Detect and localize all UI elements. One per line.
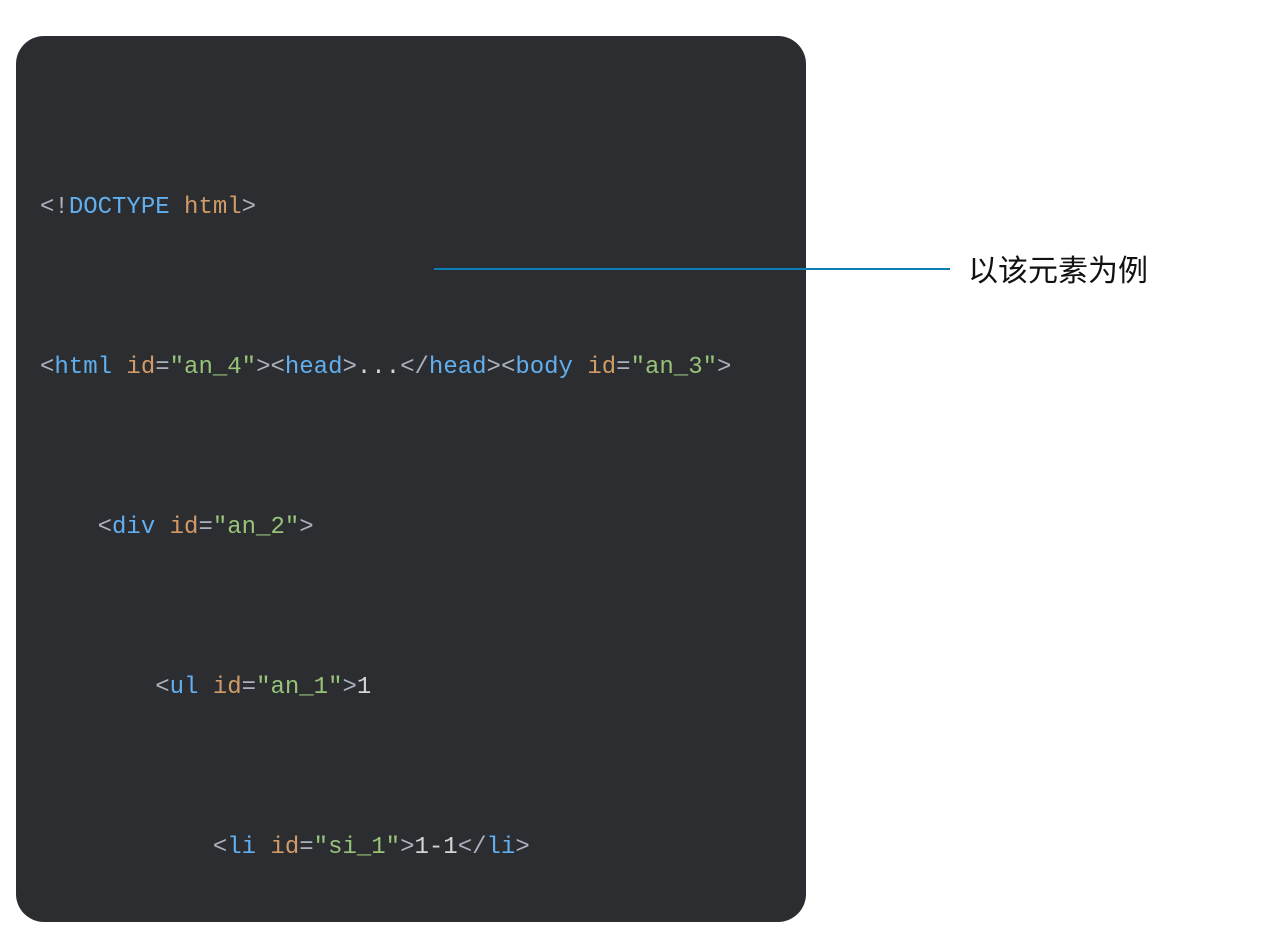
doctype-line: <!DOCTYPE html> <box>40 192 786 224</box>
annotation-leader-line <box>434 268 950 270</box>
div-an2-line: <div id="an_2"> <box>40 512 786 544</box>
annotation-label: 以该元素为例 <box>968 246 1148 290</box>
ul-an1-line: <ul id="an_1">1 <box>40 672 786 704</box>
li-si1-line: <li id="si_1">1-1</li> <box>40 832 786 864</box>
code-block: <!DOCTYPE html> <html id="an_4"><head>..… <box>16 36 806 922</box>
html-open-line: <html id="an_4"><head>...</head><body id… <box>40 352 786 384</box>
